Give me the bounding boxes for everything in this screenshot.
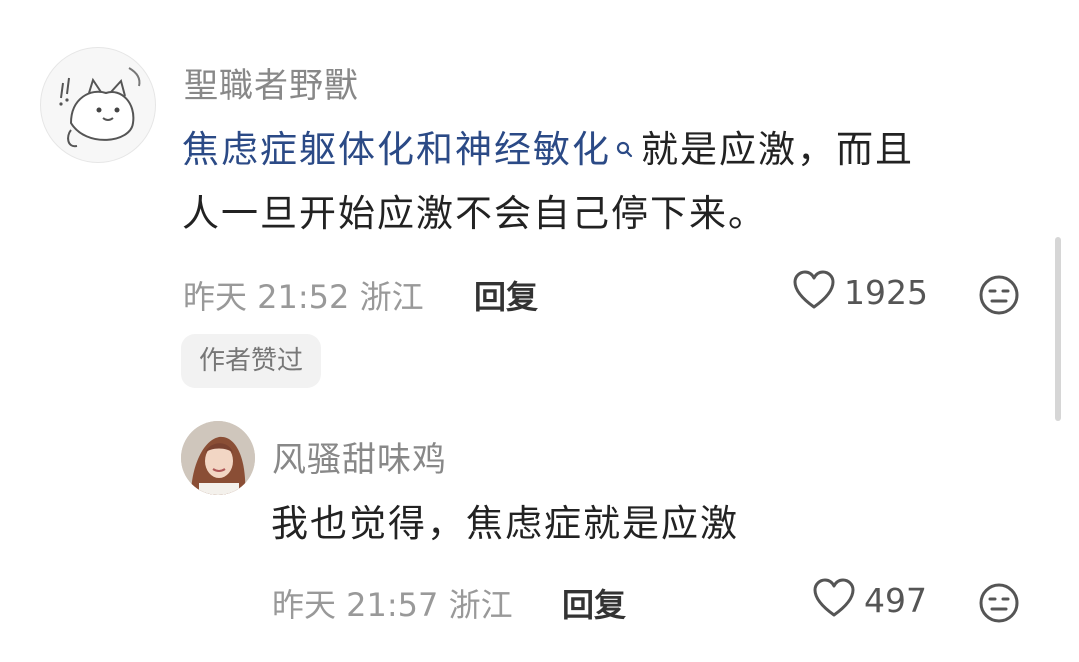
comment-text-line1: 就是应激，而且 — [641, 128, 914, 171]
heart-outline-icon — [792, 270, 836, 314]
commenter-username[interactable]: 聖職者野獸 — [184, 58, 359, 107]
comment-text-line2: 人一旦开始应激不会自己停下来。 — [182, 192, 767, 235]
reply-button[interactable]: 回复 — [474, 272, 538, 318]
dislike-button[interactable] — [978, 274, 1020, 320]
like-button[interactable]: 1925 — [792, 270, 928, 314]
replier-avatar[interactable] — [181, 421, 255, 495]
reply-text: 我也觉得，焦虑症就是应激 — [271, 502, 739, 545]
reply-timestamp: 昨天 21:57 浙江 — [272, 586, 513, 624]
search-icon[interactable] — [615, 118, 635, 182]
reply-dislike-button[interactable] — [978, 582, 1020, 628]
commenter-avatar[interactable] — [40, 47, 156, 163]
neutral-face-icon — [978, 583, 1020, 628]
like-count: 1925 — [844, 272, 928, 312]
scrollbar[interactable] — [1055, 237, 1061, 421]
heart-outline-icon — [812, 578, 856, 622]
comment-text: 焦虑症躯体化和神经敏化 就是应激，而且 — [182, 118, 914, 182]
replier-username[interactable]: 风骚甜味鸡 — [272, 432, 447, 481]
author-liked-badge: 作者赞过 — [181, 334, 322, 388]
neutral-face-icon — [978, 275, 1020, 320]
reply-to-reply-button[interactable]: 回复 — [562, 580, 626, 626]
reply-like-count: 497 — [864, 580, 927, 620]
comment-timestamp: 昨天 21:52 浙江 — [183, 278, 424, 316]
topic-link[interactable]: 焦虑症躯体化和神经敏化 — [182, 128, 611, 171]
reply-like-button[interactable]: 497 — [812, 578, 927, 622]
